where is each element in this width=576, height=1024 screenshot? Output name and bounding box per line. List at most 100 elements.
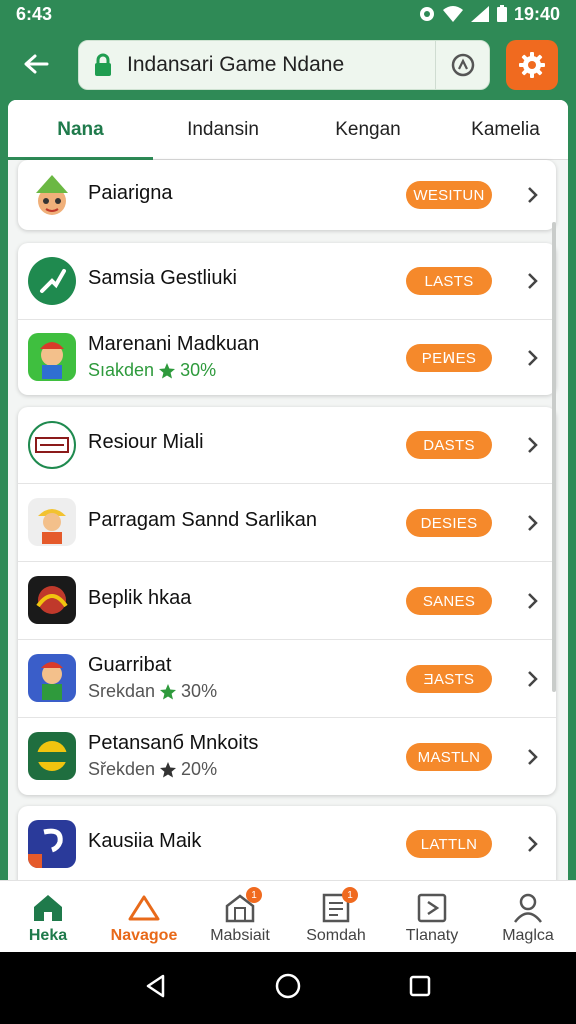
url-text: Indansari Game Ndane <box>127 53 345 76</box>
reload-button[interactable] <box>435 41 489 89</box>
list-item[interactable]: Paiarigna WESITUN <box>18 160 556 230</box>
status-bar: 6:43 19:40 <box>0 0 576 28</box>
nav-label: Heka <box>28 927 68 944</box>
app-icon-beplik <box>28 576 76 624</box>
action-pill[interactable]: MASTLN <box>406 743 492 771</box>
status-right-time: 19:40 <box>513 3 560 24</box>
chevron-right-icon <box>528 593 538 609</box>
nav-item-navagoe[interactable]: Navagoe <box>96 881 192 953</box>
list-group: Kausiia Maik LATTLN <box>18 806 556 880</box>
list-item[interactable]: Guarribat Srekdan 30% ƎASTS <box>18 639 556 717</box>
star-icon <box>160 761 177 777</box>
tab-kamelia[interactable]: Kamelia <box>443 100 568 160</box>
app-icon-marenani <box>28 333 76 381</box>
back-arrow-icon <box>24 54 49 74</box>
wifi-icon <box>442 5 464 23</box>
app-name: Petansanб Mnkoits <box>88 732 259 754</box>
action-pill[interactable]: WESITUN <box>406 181 492 209</box>
tab-bar: Nana Indansin Kengan Kamelia <box>8 100 568 160</box>
scrollbar[interactable] <box>552 222 556 692</box>
chevron-right-icon <box>528 187 538 203</box>
list-group: Resiour Miali DASTS Parragam Sannd Sarli… <box>18 407 556 795</box>
chevron-right-icon <box>528 749 538 765</box>
chevron-right-icon <box>528 836 538 852</box>
star-icon <box>159 362 176 378</box>
app-icon-parragam <box>28 498 76 546</box>
nav-label: Maglca <box>502 927 554 944</box>
action-pill[interactable]: DESIES <box>406 509 492 537</box>
app-icon-kausiia <box>28 820 76 868</box>
app-sub-percent: 30% <box>180 360 217 380</box>
list-group: Samsia Gestliuki LASTS Marenani Madkuan … <box>18 243 556 395</box>
play-icon <box>417 893 447 923</box>
tab-nana[interactable]: Nana <box>8 100 153 160</box>
nav-item-heka[interactable]: Heka <box>0 881 96 953</box>
action-pill[interactable]: DASTS <box>406 431 492 459</box>
nav-item-mabsiait[interactable]: 1 Mabsiait <box>192 881 288 953</box>
chevron-right-icon <box>528 515 538 531</box>
back-triangle-icon <box>146 974 164 997</box>
app-sub-label: Srekdan <box>88 681 156 701</box>
profile-icon <box>514 893 542 923</box>
address-bar[interactable]: Indansari Game Ndane <box>78 40 490 90</box>
app-subtitle: Sıakden 30% <box>88 360 259 381</box>
notification-badge: 1 <box>342 887 358 903</box>
list-item[interactable]: Beplik hkaa SANES <box>18 561 556 639</box>
app-sub-label: Sıakden <box>88 360 155 380</box>
lock-icon <box>79 53 127 77</box>
nav-label: Mabsiait <box>210 927 270 944</box>
app-subtitle: Srekdan 30% <box>88 681 217 702</box>
action-pill[interactable]: PEꟽES <box>406 344 492 372</box>
home-circle-icon <box>275 973 301 998</box>
action-pill[interactable]: LASTS <box>406 267 492 295</box>
status-time: 6:43 <box>16 3 53 24</box>
app-name: Kausiia Maik <box>88 830 202 852</box>
tab-kengan[interactable]: Kengan <box>293 100 443 160</box>
system-recents-button[interactable] <box>407 973 433 1004</box>
nav-item-somdah[interactable]: 1 Somdah <box>288 881 384 953</box>
system-home-button[interactable] <box>274 972 302 1005</box>
notification-badge: 1 <box>246 887 262 903</box>
app-icon-guarribat <box>28 654 76 702</box>
list-item[interactable]: Petansanб Mnkoits Sřekden 20% MASTLN <box>18 717 556 795</box>
system-navigation-bar <box>0 952 576 1024</box>
recents-square-icon <box>410 975 431 996</box>
app-name: Marenani Madkuan <box>88 333 260 355</box>
nav-item-tlanaty[interactable]: Tlanaty <box>384 881 480 953</box>
navigate-icon <box>128 895 160 921</box>
back-button[interactable] <box>16 46 56 82</box>
chevron-right-icon <box>528 273 538 289</box>
list-item[interactable]: Samsia Gestliuki LASTS <box>18 243 556 319</box>
action-pill[interactable]: ƎASTS <box>406 665 492 693</box>
nav-item-maglca[interactable]: Maglca <box>480 881 576 953</box>
list-item[interactable]: Kausiia Maik LATTLN <box>18 806 556 880</box>
action-pill[interactable]: SANES <box>406 587 492 615</box>
app-sub-percent: 20% <box>181 759 218 779</box>
list-item[interactable]: Marenani Madkuan Sıakden 30% PEꟽES <box>18 319 556 395</box>
list-item[interactable]: Resiour Miali DASTS <box>18 407 556 483</box>
chevron-right-icon <box>528 350 538 366</box>
list-item[interactable]: Parragam Sannd Sarlikan DESIES <box>18 483 556 561</box>
content-sheet: Nana Indansin Kengan Kamelia Paiarigna W… <box>8 100 568 880</box>
app-icon-samsia <box>28 257 76 305</box>
app-name: Guarribat <box>88 654 172 676</box>
star-icon <box>160 683 177 699</box>
app-subtitle: Sřekden 20% <box>88 759 258 780</box>
home-icon <box>34 895 62 921</box>
app-name: Parragam Sannd Sarlikan <box>88 509 318 531</box>
chevron-right-icon <box>528 671 538 687</box>
bottom-navigation: Heka Navagoe 1 Mabsiait 1 Somdah Tlanaty… <box>0 880 576 952</box>
tab-indansin[interactable]: Indansin <box>153 100 293 160</box>
battery-icon <box>496 5 508 23</box>
system-back-button[interactable] <box>143 973 169 1004</box>
chevron-right-icon <box>528 437 538 453</box>
app-name: Resiour Miali <box>88 431 204 453</box>
reload-icon <box>451 53 474 77</box>
gear-icon <box>519 52 545 78</box>
settings-button[interactable] <box>506 40 558 90</box>
app-icon-petansan <box>28 732 76 780</box>
nav-label: Somdah <box>306 927 366 944</box>
signal-icon <box>470 5 490 23</box>
action-pill[interactable]: LATTLN <box>406 830 492 858</box>
nav-label: Tlanaty <box>405 927 459 944</box>
